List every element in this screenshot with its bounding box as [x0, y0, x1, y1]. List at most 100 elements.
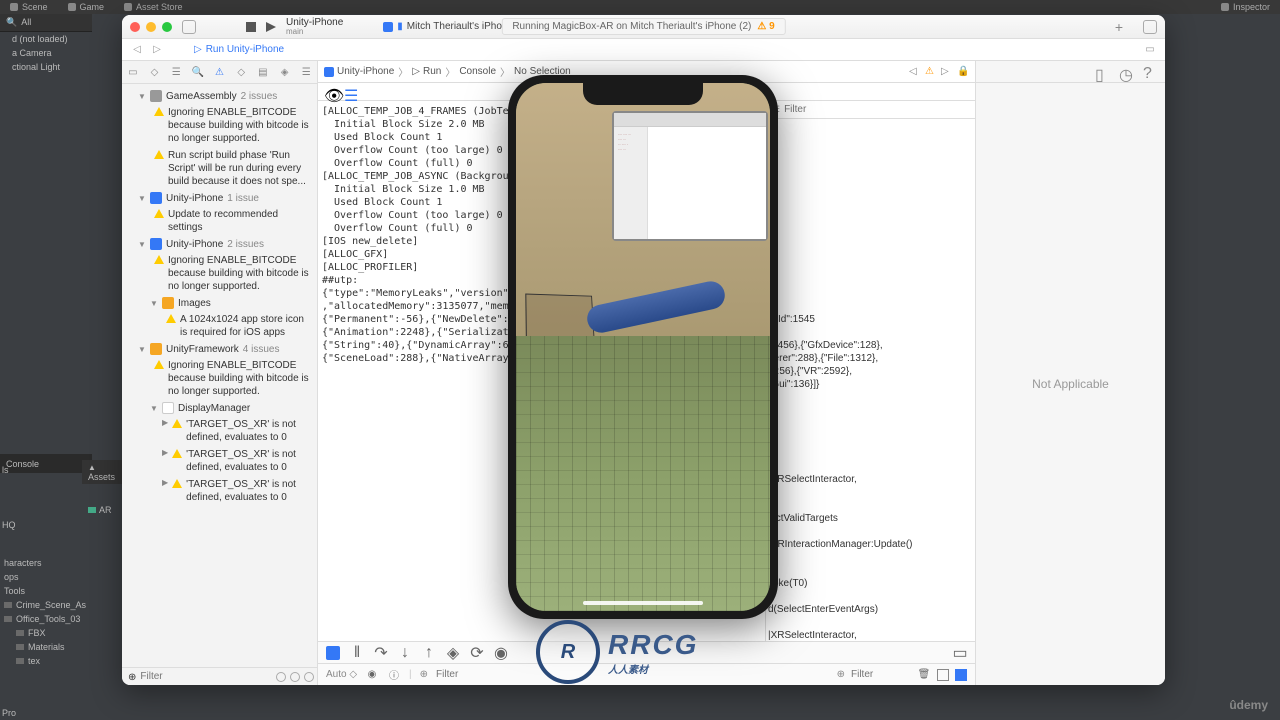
nav-group[interactable]: ▼ GameAssembly 2 issues	[122, 88, 317, 104]
project-nav-icon[interactable]: ▭	[126, 65, 140, 79]
source-nav-icon[interactable]: ◇	[148, 65, 162, 79]
info-icon[interactable]: ⓘ	[387, 668, 401, 682]
issue-item[interactable]: A 1024x1024 app store icon is required f…	[122, 311, 317, 341]
file-inspector-icon[interactable]: ▯	[1095, 65, 1109, 79]
step-over-button[interactable]: ↷	[374, 646, 388, 660]
issue-warn-icon[interactable]: ⚠	[925, 66, 937, 78]
asset-store-tab[interactable]: Asset Store	[114, 1, 193, 13]
jump-segment[interactable]: Console	[459, 66, 496, 77]
nav-group[interactable]: ▼ UnityFramework 4 issues	[122, 341, 317, 357]
eye-icon[interactable]: 👁	[324, 86, 336, 98]
issue-item[interactable]: Ignoring ENABLE_BITCODE because building…	[122, 357, 317, 400]
play-button[interactable]	[266, 22, 276, 32]
hierarchy-item[interactable]: d (not loaded)	[0, 32, 92, 46]
filter-active-icon[interactable]: ☰	[344, 86, 356, 98]
symbol-nav-icon[interactable]: ☰	[169, 65, 183, 79]
forward-button[interactable]: ▷	[150, 43, 164, 57]
folder-item[interactable]: ops	[0, 570, 90, 584]
xcode-titlebar: Unity-iPhone main ▮ Mitch Theriault's iP…	[122, 15, 1165, 39]
minimize-button[interactable]	[146, 22, 156, 32]
debug-view-button[interactable]: ◈	[446, 646, 460, 660]
navigator-filter: ⊕	[122, 667, 317, 685]
sidebar-toggle-icon[interactable]	[182, 20, 196, 34]
left-pane-icon[interactable]	[937, 669, 949, 681]
console-tab[interactable]: Console	[0, 455, 92, 473]
folder-item[interactable]: tex	[0, 654, 90, 668]
console-output-right[interactable]: ☰ ssId":1545 ":-456},{"GfxDevice":128}, …	[766, 101, 975, 641]
ar-pen-object	[576, 273, 726, 333]
console-filter-input2[interactable]	[851, 669, 911, 680]
breakpoint-toggle[interactable]	[326, 646, 340, 660]
pause-button[interactable]: ‖	[350, 646, 364, 660]
close-button[interactable]	[130, 22, 140, 32]
issue-item[interactable]: Run script build phase 'Run Script' will…	[122, 147, 317, 190]
zoom-button[interactable]	[162, 22, 172, 32]
scheme-selector[interactable]: Unity-iPhone main	[286, 18, 343, 36]
asset-item[interactable]: AR	[82, 504, 127, 516]
folder-item[interactable]: haracters	[0, 556, 90, 570]
hierarchy-search[interactable]: 🔍All	[0, 14, 92, 32]
ar-camera-view[interactable]: --- --- ----- ---- --- ---- --	[516, 83, 770, 611]
folder-item[interactable]: Office_Tools_03	[0, 612, 90, 626]
issue-item[interactable]: Ignoring ENABLE_BITCODE because building…	[122, 252, 317, 295]
console-filter-input[interactable]	[784, 104, 969, 115]
issue-item[interactable]: ▶'TARGET_OS_XR' is not defined, evaluate…	[122, 416, 317, 446]
lock-icon[interactable]: 🔒	[957, 66, 969, 78]
ar-background-window: --- --- ----- ---- --- ---- --	[612, 111, 768, 241]
add-tab-button[interactable]: +	[1115, 19, 1123, 35]
library-icon[interactable]: ▭	[1143, 43, 1157, 57]
folder-item[interactable]: Materials	[0, 640, 90, 654]
right-sidebar-toggle-icon[interactable]	[1143, 20, 1157, 34]
test-nav-icon[interactable]: ◇	[234, 65, 248, 79]
filter-input[interactable]	[140, 671, 272, 682]
next-issue-icon[interactable]: ▷	[941, 66, 953, 78]
nav-group[interactable]: ▼ DisplayManager	[122, 400, 317, 416]
filter-chip[interactable]	[304, 672, 314, 682]
debug-nav-icon[interactable]: ▤	[256, 65, 270, 79]
hierarchy-camera[interactable]: a Camera	[0, 46, 92, 60]
prev-issue-icon[interactable]: ◁	[909, 66, 921, 78]
step-in-button[interactable]: ↓	[398, 646, 412, 660]
run-action-button[interactable]: ▷Run Unity-iPhone	[194, 44, 284, 55]
iphone-device-preview: --- --- ----- ---- --- ---- --	[508, 75, 778, 619]
help-inspector-icon[interactable]: ?	[1143, 65, 1157, 79]
assets-header[interactable]: ▲ Assets	[82, 460, 127, 484]
home-indicator[interactable]	[583, 601, 703, 605]
folder-item[interactable]: FBX	[0, 626, 90, 640]
filter-chip[interactable]	[290, 672, 300, 682]
memory-button[interactable]: ⟳	[470, 646, 484, 660]
step-out-button[interactable]: ↑	[422, 646, 436, 660]
issue-item[interactable]: Ignoring ENABLE_BITCODE because building…	[122, 104, 317, 147]
nav-group[interactable]: ▼ Unity-iPhone 2 issues	[122, 236, 317, 252]
issue-item[interactable]: ▶'TARGET_OS_XR' is not defined, evaluate…	[122, 446, 317, 476]
back-button[interactable]: ◁	[130, 43, 144, 57]
hierarchy-light[interactable]: ctional Light	[0, 60, 92, 74]
breakpoint-nav-icon[interactable]: ◈	[278, 65, 292, 79]
jump-segment[interactable]: ▷Run	[412, 66, 441, 77]
stop-button[interactable]	[246, 22, 256, 32]
scope-icon[interactable]: ◉	[365, 668, 379, 682]
folder-item[interactable]: Crime_Scene_As	[0, 598, 90, 612]
panel-toggle-icon[interactable]: ▭	[953, 646, 967, 660]
inspector-tab[interactable]: Inspector	[1211, 1, 1280, 13]
asset-label: ls	[2, 465, 9, 475]
issue-nav-icon[interactable]: ⚠	[213, 65, 227, 79]
report-nav-icon[interactable]: ☰	[299, 65, 313, 79]
right-pane-icon[interactable]	[955, 669, 967, 681]
variables-filter-input[interactable]	[436, 669, 516, 680]
filter-icon: ⊕	[837, 669, 845, 680]
nav-group[interactable]: ▼ Images	[122, 295, 317, 311]
issue-item[interactable]: Update to recommended settings	[122, 206, 317, 236]
auto-selector[interactable]: Auto ◇	[326, 669, 357, 680]
trash-icon[interactable]: 🗑	[917, 668, 931, 682]
history-inspector-icon[interactable]: ◷	[1119, 65, 1133, 79]
issue-item[interactable]: ▶'TARGET_OS_XR' is not defined, evaluate…	[122, 476, 317, 506]
nav-group[interactable]: ▼ Unity-iPhone 1 issue	[122, 190, 317, 206]
jump-segment[interactable]: Unity-iPhone	[324, 66, 394, 77]
scene-tab[interactable]: Scene	[0, 1, 58, 13]
simulate-button[interactable]: ◉	[494, 646, 508, 660]
game-tab[interactable]: Game	[58, 1, 115, 13]
filter-chip[interactable]	[276, 672, 286, 682]
find-nav-icon[interactable]: 🔍	[191, 65, 205, 79]
folder-item[interactable]: Tools	[0, 584, 90, 598]
